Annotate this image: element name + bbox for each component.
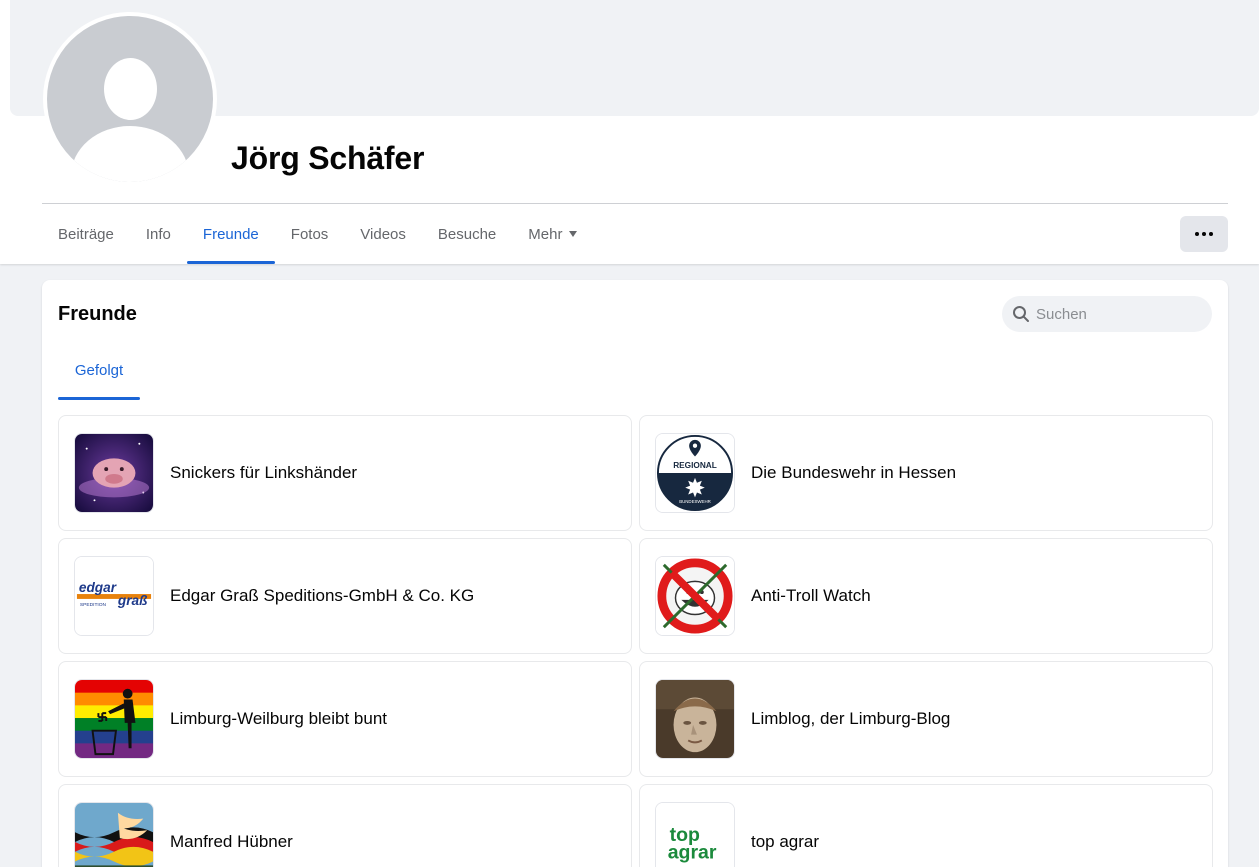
item-name[interactable]: Anti-Troll Watch bbox=[751, 586, 871, 606]
list-item[interactable]: Limblog, der Limburg-Blog bbox=[639, 661, 1213, 777]
followed-grid: Snickers für Linkshänder REGIONAL BUNDES… bbox=[58, 415, 1213, 867]
logo-text: graß bbox=[117, 593, 148, 608]
search-input[interactable] bbox=[1036, 305, 1206, 323]
profile-tabs: Beiträge Info Freunde Fotos Videos Besuc… bbox=[42, 204, 593, 264]
bundeswehr-regional-logo[interactable]: REGIONAL BUNDESWEHR bbox=[655, 433, 735, 513]
list-item[interactable]: Anti-Troll Watch bbox=[639, 538, 1213, 654]
list-item[interactable]: Limburg-Weilburg bleibt bunt bbox=[58, 661, 632, 777]
item-name[interactable]: Limburg-Weilburg bleibt bunt bbox=[170, 709, 387, 729]
search-box[interactable] bbox=[1002, 296, 1212, 332]
top-agrar-logo[interactable]: top agrar bbox=[655, 802, 735, 867]
logo-text: edgar bbox=[79, 580, 117, 595]
no-troll-icon[interactable] bbox=[655, 556, 735, 636]
tab-besuche[interactable]: Besuche bbox=[422, 204, 512, 264]
caret-down-icon bbox=[569, 231, 578, 237]
logo-text: REGIONAL bbox=[673, 461, 717, 470]
tab-fotos[interactable]: Fotos bbox=[275, 204, 345, 264]
item-name[interactable]: Manfred Hübner bbox=[170, 832, 293, 852]
tab-label: Info bbox=[145, 225, 171, 243]
item-name[interactable]: Limblog, der Limburg-Blog bbox=[751, 709, 950, 729]
edgar-grass-logo[interactable]: edgar graß SPEDITION bbox=[74, 556, 154, 636]
profile-name: Jörg Schäfer bbox=[231, 140, 425, 176]
list-item[interactable]: Manfred Hübner bbox=[58, 784, 632, 867]
search-icon bbox=[1013, 306, 1029, 322]
logo-text: agrar bbox=[668, 842, 717, 864]
profile-header: Jörg Schäfer Beiträge Info Freunde Fotos… bbox=[0, 0, 1259, 264]
more-options-button[interactable] bbox=[1180, 216, 1228, 252]
tab-label: Freunde bbox=[202, 225, 259, 243]
logo-text: SPEDITION bbox=[80, 602, 107, 608]
tab-beitraege[interactable]: Beiträge bbox=[42, 204, 130, 264]
tab-label: Besuche bbox=[437, 225, 497, 243]
statue-head-image[interactable] bbox=[655, 679, 735, 759]
list-item[interactable]: REGIONAL BUNDESWEHR Die Bundeswehr in He… bbox=[639, 415, 1213, 531]
rainbow-trash-icon[interactable] bbox=[74, 679, 154, 759]
item-name[interactable]: Snickers für Linkshänder bbox=[170, 463, 357, 483]
tab-mehr[interactable]: Mehr bbox=[512, 204, 593, 264]
list-item[interactable]: top agrar top agrar bbox=[639, 784, 1213, 867]
default-avatar-icon bbox=[47, 16, 213, 182]
ellipsis-icon bbox=[1195, 232, 1199, 236]
list-item[interactable]: Snickers für Linkshänder bbox=[58, 415, 632, 531]
item-name[interactable]: Edgar Graß Speditions-GmbH & Co. KG bbox=[170, 586, 474, 606]
tab-label: Mehr bbox=[528, 225, 563, 243]
item-name[interactable]: Die Bundeswehr in Hessen bbox=[751, 463, 956, 483]
list-item[interactable]: edgar graß SPEDITION Edgar Graß Speditio… bbox=[58, 538, 632, 654]
profile-avatar[interactable] bbox=[43, 12, 217, 186]
friends-card: Freunde Gefolgt Snickers für Li bbox=[42, 280, 1228, 867]
subtab-gefolgt[interactable]: Gefolgt bbox=[58, 340, 140, 400]
tab-label: Beiträge bbox=[58, 225, 114, 243]
tab-freunde[interactable]: Freunde bbox=[186, 204, 275, 264]
tab-label: Fotos bbox=[290, 225, 329, 243]
tab-videos[interactable]: Videos bbox=[344, 204, 422, 264]
item-name[interactable]: top agrar bbox=[751, 832, 819, 852]
flag-phoenix-image[interactable] bbox=[74, 802, 154, 867]
tab-info[interactable]: Info bbox=[130, 204, 187, 264]
logo-text: BUNDESWEHR bbox=[679, 499, 711, 504]
tab-label: Videos bbox=[360, 225, 406, 243]
section-title: Freunde bbox=[58, 303, 137, 325]
blobfish-image[interactable] bbox=[74, 433, 154, 513]
